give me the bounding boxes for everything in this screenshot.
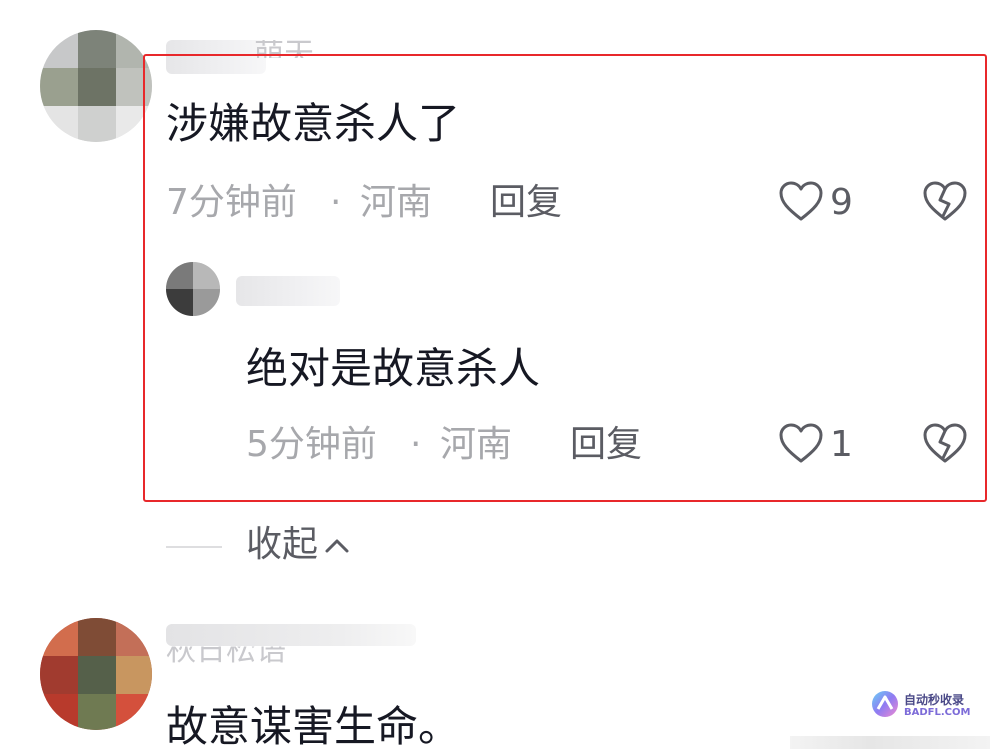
- author-name-blurred[interactable]: [166, 624, 416, 646]
- collapse-label: 收起: [246, 524, 319, 565]
- collapse-button[interactable]: 收起: [246, 527, 350, 563]
- watermark: 自动秒收录 BADFL.COM: [870, 689, 970, 723]
- avatar[interactable]: [40, 618, 152, 730]
- collapse-divider: [166, 546, 222, 548]
- watermark-logo-icon: [870, 689, 900, 723]
- watermark-line2: BADFL.COM: [904, 707, 971, 719]
- avatar[interactable]: [40, 30, 152, 142]
- comment-text: 故意谋害生命。: [166, 702, 461, 751]
- cut-off-text: [790, 736, 990, 749]
- watermark-line1: 自动秒收录: [904, 692, 965, 707]
- highlight-box: [143, 54, 987, 502]
- chevron-up-icon: [324, 527, 350, 563]
